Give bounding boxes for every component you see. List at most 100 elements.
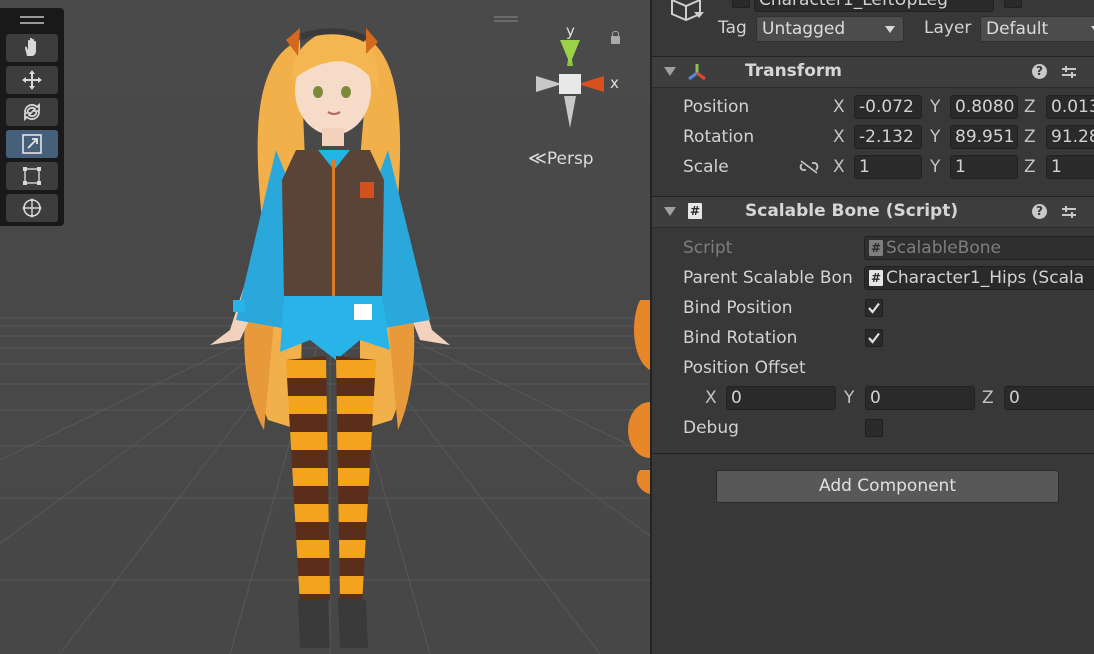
script-value: ScalableBone (886, 238, 1001, 258)
gizmo-y-label: y (566, 26, 575, 40)
projection-toggle[interactable]: ≪Persp (528, 148, 594, 169)
rotation-z-field[interactable]: 91.28 (1046, 125, 1094, 149)
scale-z-field[interactable]: 1 (1046, 155, 1094, 179)
script-hash-icon: # (688, 203, 702, 219)
bind-position-label: Bind Position (683, 298, 793, 318)
parent-label: Parent Scalable Bon (683, 268, 853, 288)
position-offset-values-row: X 0 Y 0 Z 0 (652, 383, 1094, 413)
transform-icon (22, 198, 42, 218)
tag-value: Untagged (762, 19, 846, 39)
gizmo-center (559, 74, 581, 94)
parent-scalable-bone-field[interactable]: # Character1_Hips (Scala (864, 266, 1094, 290)
constrain-proportions-icon[interactable] (798, 158, 820, 176)
axis-z-label: Z (1024, 127, 1036, 147)
help-icon[interactable]: ? (1032, 64, 1047, 79)
scalable-bone-title: Scalable Bone (Script) (745, 201, 959, 221)
add-component-button[interactable]: Add Component (716, 470, 1059, 503)
position-label: Position (683, 97, 750, 117)
hand-tool-button[interactable] (6, 34, 58, 62)
tag-dropdown[interactable]: Untagged (756, 16, 904, 42)
rotation-row: Rotation X -2.132 Y 89.951 Z 91.28 (652, 122, 1094, 152)
axis-y-label: Y (844, 388, 855, 408)
axis-y-label: Y (930, 157, 941, 177)
grip-icon[interactable] (20, 16, 44, 24)
parent-row: Parent Scalable Bon # Character1_Hips (Sc… (652, 263, 1094, 293)
debug-checkbox[interactable] (865, 419, 883, 437)
scale-label: Scale (683, 157, 729, 177)
layer-dropdown[interactable]: Default (980, 16, 1094, 42)
help-icon[interactable]: ? (1032, 204, 1047, 219)
debug-row: Debug (652, 413, 1094, 443)
bind-position-checkbox[interactable] (865, 299, 883, 317)
tag-label: Tag (718, 18, 747, 38)
offset-x-field[interactable]: 0 (726, 386, 836, 410)
scale-icon (22, 134, 42, 154)
position-y-field[interactable]: 0.8080 (950, 95, 1018, 119)
bind-rotation-label: Bind Rotation (683, 328, 798, 348)
rotation-y-field[interactable]: 89.951 (950, 125, 1018, 149)
checkmark-icon (868, 302, 880, 314)
axis-x-label: X (833, 97, 845, 117)
hand-icon (25, 37, 36, 56)
rotate-icon (24, 102, 40, 122)
chevron-down-icon (885, 26, 895, 33)
transform-tool-button[interactable] (6, 194, 58, 222)
component-separator (652, 453, 1094, 454)
script-label: Script (683, 238, 733, 258)
position-offset-row: Position Offset (652, 353, 1094, 383)
active-toggle[interactable] (732, 0, 750, 8)
rotate-tool-button[interactable] (6, 98, 58, 126)
transform-axes-icon (688, 64, 706, 81)
position-x-field[interactable]: -0.072 (854, 95, 922, 119)
script-row: Script # ScalableBone (652, 233, 1094, 263)
script-hash-icon: # (869, 240, 883, 256)
bind-position-row: Bind Position (652, 293, 1094, 323)
gizmo-negy-arrow (564, 96, 576, 128)
transform-header[interactable]: Transform ? (652, 56, 1094, 88)
layer-label: Layer (924, 18, 972, 38)
gizmo-negx-arrow (536, 76, 562, 92)
projection-label: Persp (546, 149, 594, 169)
position-z-field[interactable]: 0.013 (1046, 95, 1094, 119)
rect-tool-button[interactable] (6, 162, 58, 190)
foldout-arrow-icon[interactable] (664, 67, 676, 76)
scale-x-field[interactable]: 1 (854, 155, 922, 179)
lock-icon[interactable] (611, 31, 620, 44)
bind-rotation-checkbox[interactable] (865, 329, 883, 347)
presets-icon[interactable] (1060, 63, 1078, 81)
axis-x-label: X (705, 388, 717, 408)
drag-handle[interactable] (494, 16, 518, 22)
presets-icon[interactable] (1060, 203, 1078, 221)
object-name-field[interactable]: Character1_LeftUpLeg (754, 0, 994, 12)
move-arrows-icon (22, 70, 42, 90)
scale-row: Scale X 1 Y 1 Z 1 (652, 152, 1094, 182)
axis-x-label: X (833, 127, 845, 147)
script-hash-icon: # (869, 270, 883, 286)
scale-y-field[interactable]: 1 (950, 155, 1018, 179)
checkmark-icon (868, 332, 880, 344)
inspector-panel: Character1_LeftUpLeg Tag Untagged Layer … (650, 0, 1094, 654)
rotation-label: Rotation (683, 127, 755, 147)
object-header: Character1_LeftUpLeg Tag Untagged Layer … (652, 0, 1094, 50)
debug-label: Debug (683, 418, 739, 438)
foldout-arrow-icon[interactable] (664, 207, 676, 216)
axis-x-label: X (833, 157, 845, 177)
axis-z-label: Z (1024, 97, 1036, 117)
position-offset-label: Position Offset (683, 358, 806, 378)
scene-view[interactable]: y x ≪Persp (0, 0, 650, 654)
transform-title: Transform (745, 61, 842, 81)
offset-z-field[interactable]: 0 (1004, 386, 1094, 410)
icon-dropdown-icon[interactable] (694, 12, 704, 18)
orientation-gizmo[interactable]: y x (520, 26, 620, 130)
rotation-x-field[interactable]: -2.132 (854, 125, 922, 149)
parent-value: Character1_Hips (Scala (886, 268, 1085, 288)
tool-palette (0, 8, 64, 226)
move-tool-button[interactable] (6, 66, 58, 94)
gizmo-x-label: x (610, 74, 619, 92)
offset-y-field[interactable]: 0 (865, 386, 975, 410)
layer-value: Default (986, 19, 1049, 39)
scale-tool-button[interactable] (6, 130, 58, 158)
static-toggle[interactable] (1004, 0, 1022, 8)
scalable-bone-header[interactable]: # Scalable Bone (Script) ? (652, 196, 1094, 228)
position-row: Position X -0.072 Y 0.8080 Z 0.013 (652, 92, 1094, 122)
